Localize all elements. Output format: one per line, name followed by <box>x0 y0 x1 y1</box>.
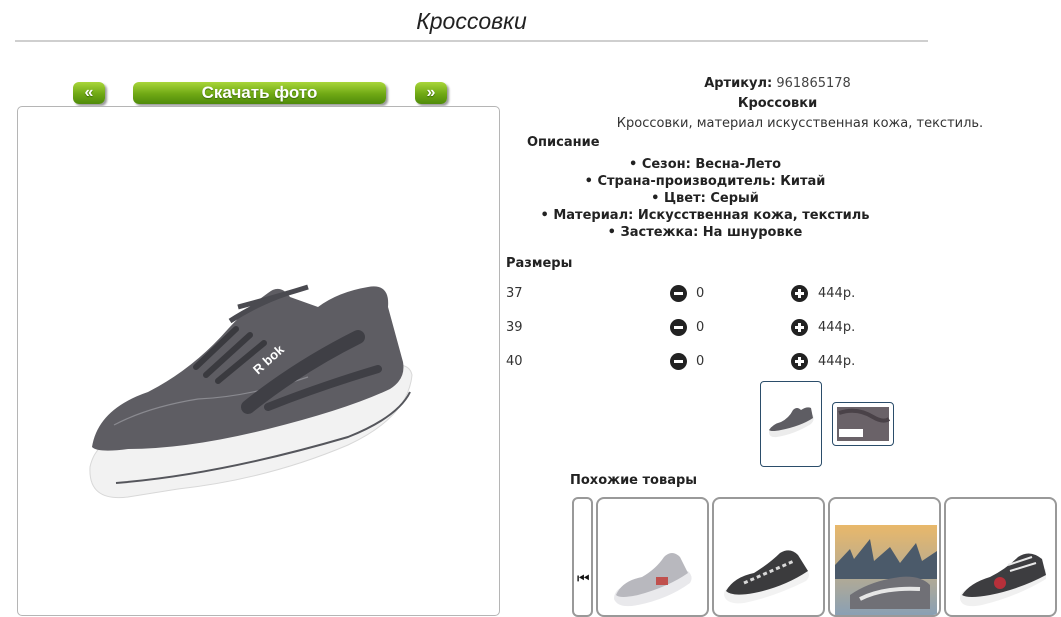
spec-item-color: Цвет: Серый <box>505 190 905 207</box>
next-photo-button[interactable]: » <box>415 82 447 104</box>
similar-product-card[interactable] <box>828 497 941 617</box>
article-line: Артикул: 961865178 <box>505 76 1050 91</box>
plus-circle-icon[interactable] <box>791 353 808 370</box>
similar-product-card[interactable] <box>712 497 825 617</box>
download-photo-button[interactable]: Скачать фото <box>133 82 386 104</box>
sneaker-image: R bok <box>89 284 413 499</box>
minus-circle-icon[interactable] <box>670 319 687 336</box>
sizes-heading: Размеры <box>506 256 573 271</box>
article-label: Артикул: <box>704 76 773 91</box>
page-title: Кроссовки <box>416 8 527 34</box>
title-divider <box>15 40 928 42</box>
photo-thumbnail-2[interactable] <box>832 402 894 446</box>
minus-circle-icon[interactable] <box>670 353 687 370</box>
size-row: 37 0 444р. <box>505 285 905 306</box>
skip-back-icon: ⏮ <box>577 571 590 587</box>
size-price: 444р. <box>818 320 856 335</box>
sneaker-closeup-thumbnail-image <box>837 407 891 441</box>
carousel-prev-button[interactable]: ⏮ <box>572 497 593 617</box>
similar-product-card[interactable] <box>596 497 709 617</box>
article-value: 961865178 <box>776 76 851 91</box>
sneaker-thumbnail-image <box>769 407 814 438</box>
similar-product-card[interactable] <box>944 497 1057 617</box>
similar-product-image <box>835 525 937 615</box>
product-short-description: Кроссовки, материал искусственная кожа, … <box>616 116 984 131</box>
photo-thumbnail-1[interactable] <box>760 381 822 467</box>
spec-item-material: Материал: Искусственная кожа, текстиль <box>505 207 905 224</box>
prev-photo-button[interactable]: « <box>73 82 105 104</box>
similar-product-image <box>724 550 809 604</box>
size-quantity: 0 <box>696 354 705 369</box>
size-price: 444р. <box>818 354 856 369</box>
product-name: Кроссовки <box>737 96 818 111</box>
size-value: 40 <box>506 354 523 369</box>
spec-item-season: Сезон: Весна-Лето <box>505 156 905 173</box>
plus-circle-icon[interactable] <box>791 319 808 336</box>
spec-item-country: Страна-производитель: Китай <box>505 173 905 190</box>
size-row: 39 0 444р. <box>505 319 905 340</box>
description-heading: Описание <box>527 135 600 150</box>
plus-circle-icon[interactable] <box>791 285 808 302</box>
size-value: 37 <box>506 286 523 301</box>
spec-item-fastening: Застежка: На шнуровке <box>505 224 905 241</box>
similar-products-heading: Похожие товары <box>570 473 698 488</box>
spec-list: Сезон: Весна-Лето Страна-производитель: … <box>505 156 905 241</box>
size-value: 39 <box>506 320 523 335</box>
size-quantity: 0 <box>696 320 705 335</box>
main-product-photo[interactable]: R bok <box>17 106 500 616</box>
size-price: 444р. <box>818 286 856 301</box>
minus-circle-icon[interactable] <box>670 285 687 302</box>
size-quantity: 0 <box>696 286 705 301</box>
size-row: 40 0 444р. <box>505 353 905 374</box>
similar-product-image <box>614 553 692 607</box>
similar-product-image <box>960 553 1046 607</box>
